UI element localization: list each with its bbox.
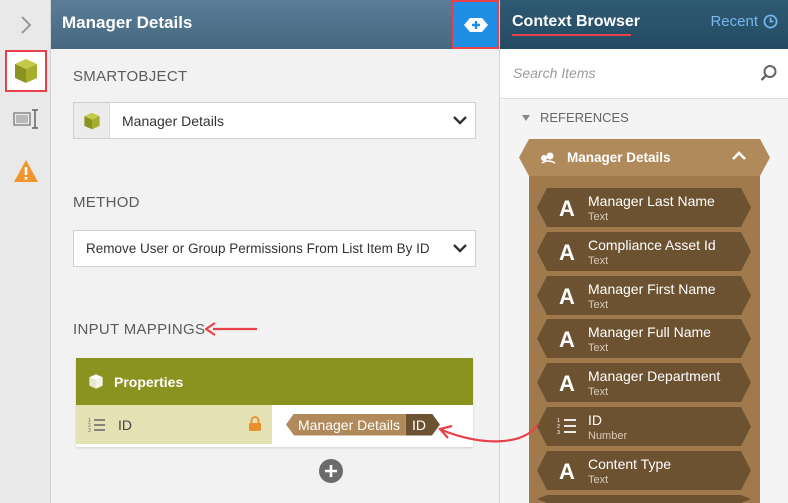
mapped-reference-chip[interactable]: Manager Details ID	[286, 413, 440, 436]
property-name-cell: 1 2 3 ID	[76, 405, 272, 444]
chevron-up-icon[interactable]	[732, 151, 746, 160]
cube-icon	[83, 112, 100, 129]
field-name: Content Type	[588, 456, 672, 472]
properties-mapping-table: Properties 1 2 3 ID Manager Details ID	[76, 358, 473, 447]
warning-icon	[14, 160, 38, 182]
context-browser-toggle-button[interactable]	[452, 0, 499, 49]
left-toolbar	[0, 0, 51, 503]
field-type: Text	[588, 299, 609, 311]
annotation-arrow-left-icon	[205, 322, 257, 336]
references-label: REFERENCES	[540, 110, 629, 125]
field-type: Text	[588, 255, 609, 267]
field-item-partial[interactable]	[537, 495, 751, 503]
field-item[interactable]: A Manager Full Name Text	[537, 319, 751, 358]
clock-icon	[763, 14, 778, 29]
field-name: Manager Full Name	[588, 324, 711, 340]
chevron-down-icon	[453, 244, 467, 253]
search-icon[interactable]	[760, 64, 778, 82]
field-item[interactable]: A Content Type Text	[537, 451, 751, 490]
form-control-tool-button[interactable]	[5, 98, 47, 140]
add-reference-icon	[463, 17, 488, 32]
warning-tool-button[interactable]	[5, 150, 47, 192]
smartobject-reference-icon	[539, 151, 557, 165]
field-type: Text	[588, 211, 609, 223]
field-item[interactable]: A Manager Last Name Text	[537, 188, 751, 227]
lock-icon	[249, 416, 261, 431]
search-input[interactable]	[500, 49, 740, 97]
field-item[interactable]: A Compliance Asset Id Text	[537, 232, 751, 271]
text-icon: A	[559, 240, 575, 265]
properties-header: Properties	[76, 358, 473, 405]
number-icon: 1 2 3	[557, 417, 577, 435]
panel-title: Manager Details	[62, 13, 193, 32]
field-name: Manager Last Name	[588, 193, 715, 209]
field-type: Text	[588, 474, 609, 486]
svg-text:3: 3	[88, 428, 91, 433]
recent-label: Recent	[710, 13, 758, 30]
input-mappings-section-label: INPUT MAPPINGS	[73, 321, 206, 338]
field-name: ID	[588, 412, 602, 428]
cube-icon	[89, 374, 103, 389]
text-icon: A	[559, 196, 575, 221]
chevron-down-icon	[453, 116, 467, 125]
field-item[interactable]: 1 2 3 ID Number	[537, 407, 751, 446]
property-name-label: ID	[118, 416, 132, 433]
annotation-underline	[512, 34, 631, 36]
add-mapping-button[interactable]	[319, 459, 343, 483]
smartobject-select-value: Manager Details	[122, 112, 224, 129]
expand-panel-button[interactable]	[0, 0, 51, 49]
text-icon: A	[559, 371, 575, 396]
svg-text:3: 3	[557, 430, 560, 435]
method-select-value: Remove User or Group Permissions From Li…	[86, 241, 430, 256]
context-browser-header: Context Browser Recent	[500, 0, 788, 49]
properties-header-label: Properties	[114, 373, 184, 390]
recent-button[interactable]: Recent	[710, 13, 778, 30]
search-bar	[500, 49, 788, 99]
collapse-triangle-icon	[522, 114, 530, 121]
references-group-toggle[interactable]: REFERENCES	[522, 110, 629, 125]
field-type: Text	[588, 342, 609, 354]
smartobject-reference-header[interactable]: Manager Details	[519, 139, 770, 176]
number-icon: 1 2 3	[88, 418, 105, 433]
text-icon: A	[559, 459, 575, 484]
field-name: Compliance Asset Id	[588, 237, 716, 253]
smartobject-tool-button[interactable]	[5, 50, 47, 92]
text-icon: A	[559, 284, 575, 309]
annotation-curved-arrow-icon	[437, 423, 539, 443]
mapped-smartobject-label: Manager Details	[286, 413, 406, 436]
smartobject-select[interactable]: Manager Details	[73, 102, 476, 139]
method-select[interactable]: Remove User or Group Permissions From Li…	[73, 230, 476, 267]
table-row: 1 2 3 ID Manager Details ID	[76, 405, 473, 444]
panel-header: Manager Details	[51, 0, 499, 49]
textbox-cursor-icon	[13, 109, 38, 129]
method-section-label: METHOD	[73, 194, 140, 211]
text-icon: A	[559, 327, 575, 352]
field-name: Manager First Name	[588, 281, 716, 297]
field-type: Text	[588, 386, 609, 398]
field-name: Manager Department	[588, 368, 721, 384]
smartobject-section-label: SMARTOBJECT	[73, 68, 188, 85]
plus-icon	[325, 465, 337, 477]
field-item[interactable]: A Manager First Name Text	[537, 276, 751, 315]
context-browser-panel: Context Browser Recent REFERENCES	[499, 0, 788, 503]
context-browser-title: Context Browser	[512, 13, 641, 30]
field-type: Number	[588, 430, 628, 442]
smartobject-reference-label: Manager Details	[567, 150, 671, 165]
cube-icon	[15, 59, 37, 83]
chevron-right-icon	[20, 15, 31, 34]
field-item[interactable]: A Manager Department Text	[537, 363, 751, 402]
